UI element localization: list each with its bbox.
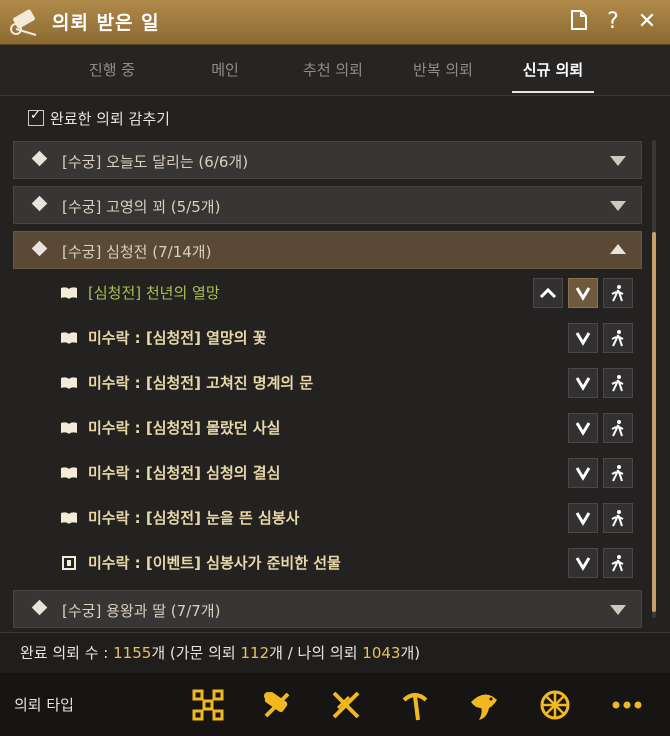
summary-text: 완료 의뢰 수 : 1155개 (가문 의뢰 112개 / 나의 의뢰 1043… <box>20 642 420 663</box>
chevron-up-icon <box>610 244 626 254</box>
diamond-icon <box>31 150 48 167</box>
move-down-button[interactable] <box>568 368 598 398</box>
group-header[interactable]: [수궁] 용왕과 딸 (7/7개) <box>13 590 642 628</box>
scrollbar[interactable] <box>652 140 656 618</box>
move-down-button[interactable] <box>568 278 598 308</box>
group-title: [수궁] 오늘도 달리는 (6/6개) <box>62 153 249 171</box>
more-icon[interactable] <box>610 688 644 722</box>
diamond-icon <box>31 599 48 616</box>
summary-suffix: 개) <box>400 644 421 662</box>
auto-navigate-button[interactable] <box>603 458 633 488</box>
quest-title: 미수락 : [심청전] 고쳐진 명계의 문 <box>88 374 314 392</box>
total-count: 1155 <box>113 644 152 662</box>
quest-title: 미수락 : [이벤트] 심봉사가 준비한 선물 <box>88 554 341 572</box>
hide-completed-checkbox[interactable]: 완료한 의뢰 감추기 <box>28 108 170 129</box>
scrollbar-thumb[interactable] <box>652 232 656 612</box>
quest-title: [심청전] 천년의 열망 <box>88 284 220 302</box>
group-title: [수궁] 용왕과 딸 (7/7개) <box>62 602 221 620</box>
quest-item[interactable]: 미수락 : [심청전] 열망의 꽃 <box>60 321 633 357</box>
summary-mid2: 개 / 나의 의뢰 <box>269 644 363 662</box>
group-header-expanded[interactable]: [수궁] 심청전 (7/14개) <box>13 231 642 269</box>
quest-title: 미수락 : [심청전] 몰랐던 사실 <box>88 419 281 437</box>
group-header[interactable]: [수궁] 오늘도 달리는 (6/6개) <box>13 141 642 179</box>
hide-completed-label: 완료한 의뢰 감추기 <box>50 110 170 128</box>
tab-new[interactable]: 신규 의뢰 <box>512 45 594 95</box>
chevron-down-icon <box>610 605 626 615</box>
title-bar: 의뢰 받은 일 ? ✕ <box>0 0 670 45</box>
window-title: 의뢰 받은 일 <box>52 12 160 34</box>
fish-icon[interactable] <box>467 688 501 722</box>
pickaxe-icon[interactable] <box>398 688 432 722</box>
auto-navigate-button[interactable] <box>603 278 633 308</box>
summary-mid1: 개 (가문 의뢰 <box>151 644 241 662</box>
move-down-button[interactable] <box>568 548 598 578</box>
crossed-swords-icon[interactable] <box>329 688 363 722</box>
chevron-down-icon <box>610 201 626 211</box>
tab-main[interactable]: 메인 <box>190 45 260 95</box>
book-icon <box>61 332 77 344</box>
auto-navigate-button[interactable] <box>603 548 633 578</box>
quest-title: 미수락 : [심청전] 눈을 뜬 심봉사 <box>88 509 300 527</box>
quest-title: 미수락 : [심청전] 심청의 결심 <box>88 464 281 482</box>
move-down-button[interactable] <box>568 323 598 353</box>
close-icon[interactable]: ✕ <box>634 9 660 35</box>
book-icon <box>61 377 77 389</box>
auto-navigate-button[interactable] <box>603 368 633 398</box>
quest-item[interactable]: 미수락 : [심청전] 심청의 결심 <box>60 456 633 492</box>
group-title: [수궁] 심청전 (7/14개) <box>62 243 212 261</box>
quest-item[interactable]: 미수락 : [심청전] 몰랐던 사실 <box>60 411 633 447</box>
quest-type-bar: 의뢰 타입 <box>0 673 670 736</box>
scroll-tools-icon[interactable] <box>260 688 294 722</box>
wheel-icon[interactable] <box>538 688 572 722</box>
my-count: 1043 <box>362 644 401 662</box>
move-down-button[interactable] <box>568 503 598 533</box>
book-icon <box>61 512 77 524</box>
checkbox-checked[interactable] <box>28 108 44 126</box>
diamond-icon <box>31 195 48 212</box>
document-icon[interactable] <box>566 9 592 35</box>
quest-item[interactable]: 미수락 : [이벤트] 심봉사가 준비한 선물 <box>60 546 633 582</box>
auto-navigate-button[interactable] <box>603 503 633 533</box>
quest-window: 의뢰 받은 일 ? ✕ 진행 중 메인 추천 의뢰 반복 의뢰 신규 의뢰 완료… <box>0 0 670 736</box>
summary-prefix: 완료 의뢰 수 : <box>20 644 114 662</box>
help-icon[interactable]: ? <box>600 9 626 35</box>
diamond-icon <box>31 240 48 257</box>
move-down-button[interactable] <box>568 458 598 488</box>
book-icon <box>61 467 77 479</box>
auto-navigate-button[interactable] <box>603 413 633 443</box>
nodes-icon[interactable] <box>191 688 225 722</box>
tab-bar: 진행 중 메인 추천 의뢰 반복 의뢰 신규 의뢰 <box>0 45 670 96</box>
event-scroll-icon <box>62 556 76 570</box>
tab-in-progress[interactable]: 진행 중 <box>72 45 152 95</box>
chevron-down-icon <box>610 156 626 166</box>
quest-item[interactable]: 미수락 : [심청전] 고쳐진 명계의 문 <box>60 366 633 402</box>
tab-recommended[interactable]: 추천 의뢰 <box>288 45 378 95</box>
move-down-button[interactable] <box>568 413 598 443</box>
scroll-compass-icon <box>10 9 37 36</box>
auto-navigate-button[interactable] <box>603 323 633 353</box>
quest-item-current[interactable]: [심청전] 천년의 열망 <box>60 276 633 312</box>
tab-repeat[interactable]: 반복 의뢰 <box>398 45 488 95</box>
quest-type-label: 의뢰 타입 <box>14 696 74 714</box>
group-header[interactable]: [수궁] 고영의 꾀 (5/5개) <box>13 186 642 224</box>
quest-item[interactable]: 미수락 : [심청전] 눈을 뜬 심봉사 <box>60 501 633 537</box>
move-up-button[interactable] <box>533 278 563 308</box>
completed-summary: 완료 의뢰 수 : 1155개 (가문 의뢰 112개 / 나의 의뢰 1043… <box>0 632 670 673</box>
book-icon <box>61 422 77 434</box>
book-icon <box>61 287 77 299</box>
family-count: 112 <box>240 644 270 662</box>
group-title: [수궁] 고영의 꾀 (5/5개) <box>62 198 221 216</box>
quest-title: 미수락 : [심청전] 열망의 꽃 <box>88 329 267 347</box>
